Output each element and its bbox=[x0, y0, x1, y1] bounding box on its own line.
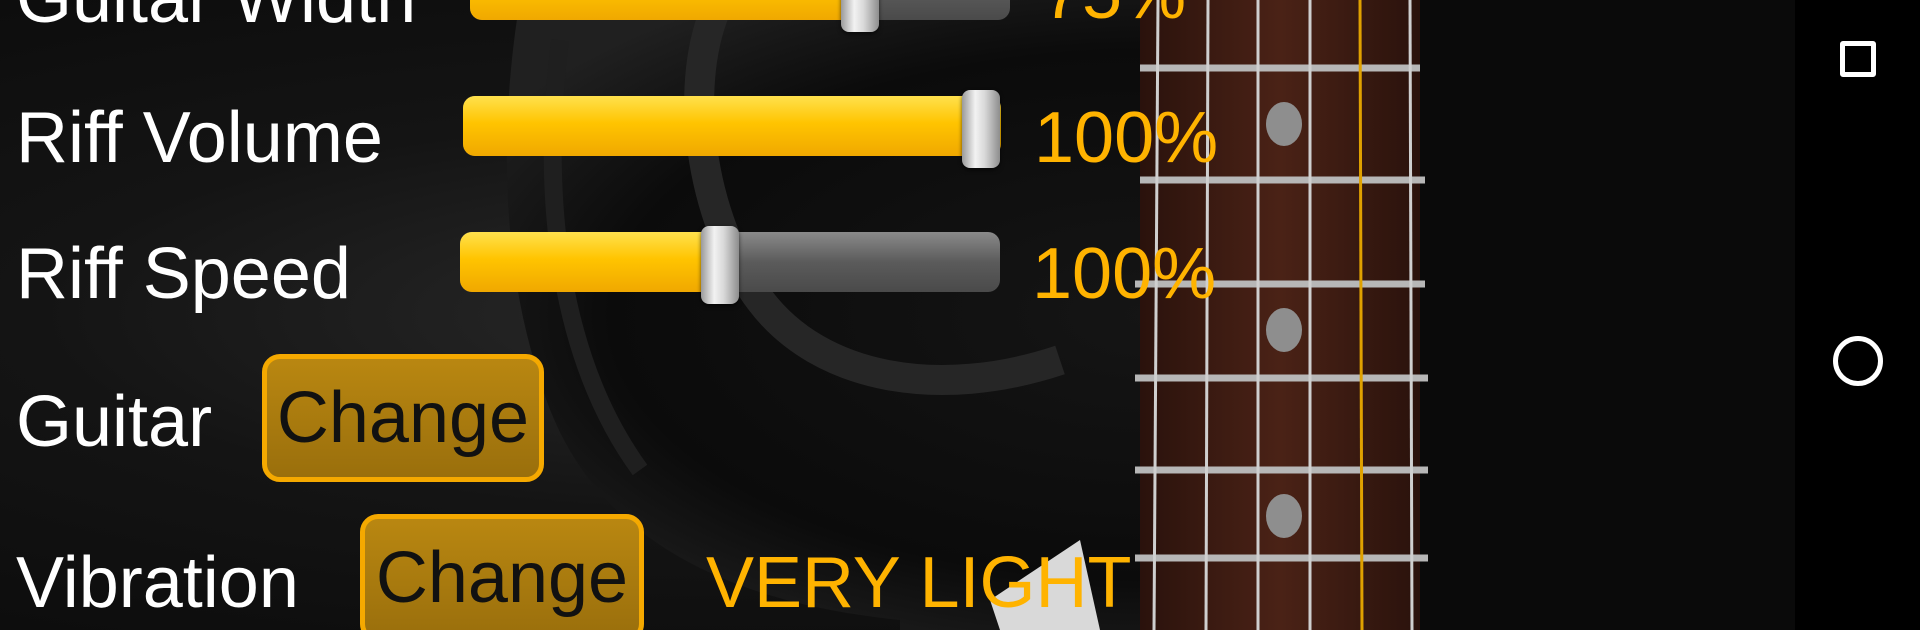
riff-speed-slider[interactable] bbox=[460, 226, 1000, 304]
square-icon bbox=[1840, 41, 1876, 77]
change-guitar-button[interactable]: Change bbox=[262, 354, 544, 482]
settings-screen: Guitar Width 75% Riff Volume 100% Riff S… bbox=[0, 0, 1920, 630]
guitar-width-slider-fill bbox=[470, 0, 875, 20]
riff-volume-label: Riff Volume bbox=[16, 98, 383, 178]
riff-speed-slider-fill bbox=[460, 232, 730, 292]
riff-volume-value: 100% bbox=[1034, 98, 1219, 178]
riff-volume-slider-thumb[interactable] bbox=[962, 90, 1000, 168]
guitar-background-image bbox=[506, 0, 1795, 630]
vibration-label: Vibration bbox=[16, 543, 299, 623]
circle-icon bbox=[1833, 336, 1883, 386]
recents-button[interactable] bbox=[1825, 26, 1891, 92]
riff-volume-slider-fill bbox=[463, 96, 1001, 156]
vibration-level-value: VERY LIGHT bbox=[706, 543, 1132, 623]
guitar-width-value: 75% bbox=[1042, 0, 1186, 30]
riff-speed-slider-thumb[interactable] bbox=[701, 226, 739, 304]
guitar-width-slider-thumb[interactable] bbox=[841, 0, 879, 32]
guitar-label: Guitar bbox=[16, 382, 213, 462]
change-vibration-button[interactable]: Change bbox=[360, 514, 644, 630]
riff-volume-slider[interactable] bbox=[463, 90, 1001, 168]
guitar-width-label: Guitar Width bbox=[16, 0, 416, 34]
riff-speed-value: 100% bbox=[1032, 234, 1217, 314]
riff-speed-label: Riff Speed bbox=[16, 234, 351, 314]
home-button[interactable] bbox=[1825, 328, 1891, 394]
guitar-width-slider[interactable] bbox=[470, 0, 1010, 32]
navigation-bar bbox=[1795, 0, 1920, 630]
